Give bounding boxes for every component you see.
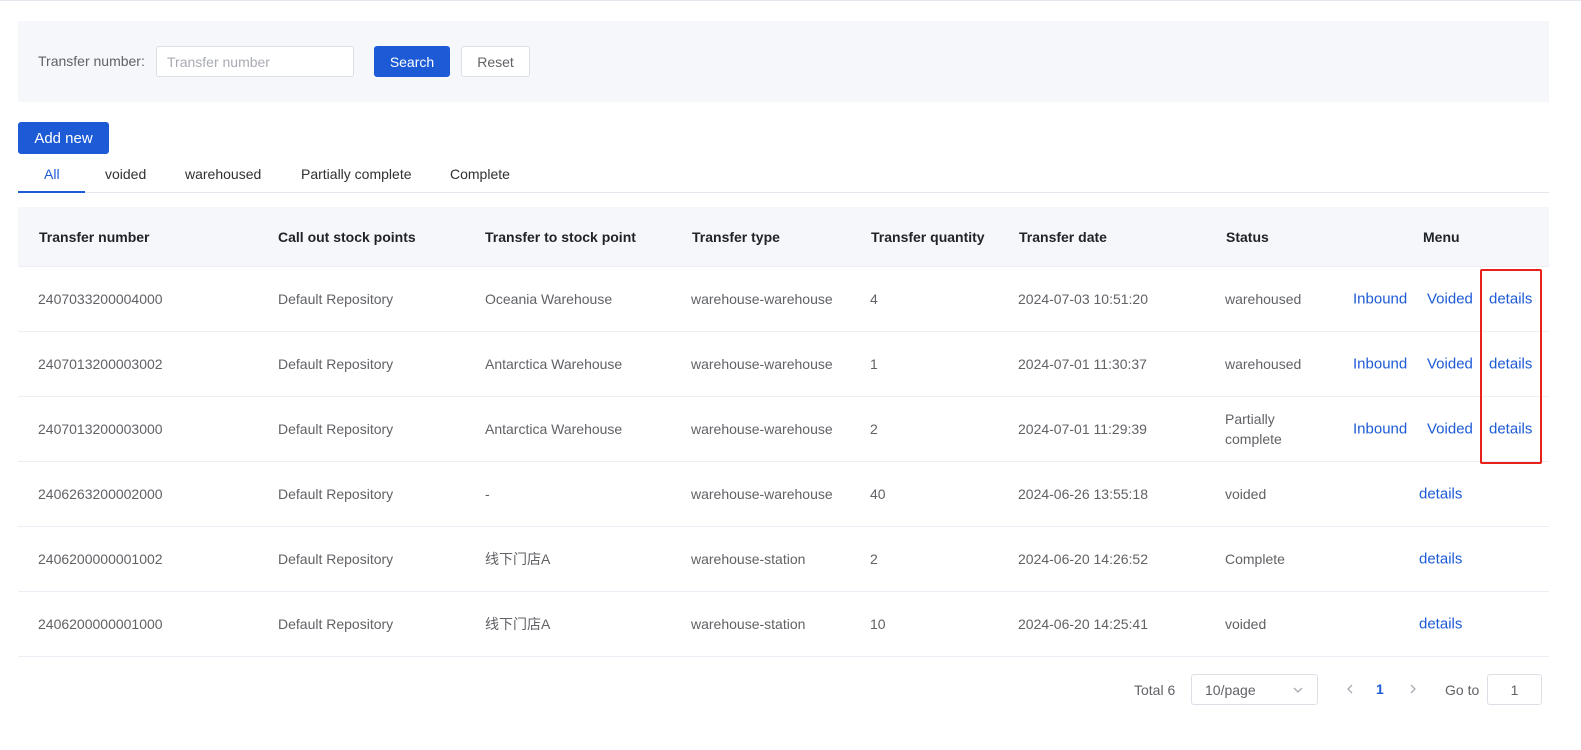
- transfer-type-cell: warehouse-station: [691, 551, 806, 567]
- details-link[interactable]: details: [1489, 356, 1532, 373]
- call-out-stock-point-cell: Default Repository: [278, 616, 394, 632]
- details-link[interactable]: details: [1419, 486, 1462, 503]
- transfer-number-label: Transfer number:: [38, 53, 145, 69]
- page-size-value: 10/page: [1205, 682, 1256, 698]
- tab-complete[interactable]: Complete: [450, 166, 510, 182]
- transfer-date-cell: 2024-07-01 11:29:39: [1018, 421, 1147, 437]
- transfer-date-cell: 2024-06-26 13:55:18: [1018, 486, 1148, 502]
- table-header: Transfer number Call out stock points Tr…: [18, 207, 1549, 267]
- search-button[interactable]: Search: [374, 46, 450, 77]
- page-number-current[interactable]: 1: [1376, 681, 1384, 697]
- voided-link[interactable]: Voided: [1427, 291, 1473, 308]
- transfer-type-cell: warehouse-warehouse: [691, 356, 833, 372]
- transfer-to-stock-point-cell: -: [485, 486, 490, 502]
- transfer-date-cell: 2024-07-01 11:30:37: [1018, 356, 1147, 372]
- transfer-quantity-cell: 40: [870, 486, 886, 502]
- chevron-left-icon[interactable]: [1343, 680, 1357, 698]
- column-header-transfer-number[interactable]: Transfer number: [39, 229, 149, 245]
- details-link[interactable]: details: [1489, 421, 1532, 438]
- voided-link[interactable]: Voided: [1427, 421, 1473, 438]
- voided-link[interactable]: Voided: [1427, 356, 1473, 373]
- transfer-type-cell: warehouse-warehouse: [691, 421, 833, 437]
- transfer-to-stock-point-cell: 线下门店A: [485, 616, 551, 632]
- page-size-select[interactable]: 10/page: [1191, 674, 1318, 705]
- column-header-menu: Menu: [1423, 229, 1460, 245]
- transfer-date-cell: 2024-06-20 14:25:41: [1018, 616, 1148, 632]
- transfer-to-stock-point-cell: Antarctica Warehouse: [485, 356, 623, 372]
- transfer-number-cell: 2407013200003000: [38, 421, 163, 437]
- transfer-to-stock-point-cell: 线下门店A: [485, 551, 551, 567]
- call-out-stock-point-cell: Default Repository: [278, 356, 394, 372]
- reset-button[interactable]: Reset: [461, 46, 530, 77]
- table-row: 2407013200003002 Default Repository Anta…: [18, 332, 1549, 397]
- status-cell: warehoused: [1225, 291, 1302, 307]
- goto-page-input[interactable]: [1487, 674, 1542, 705]
- call-out-stock-point-cell: Default Repository: [278, 486, 394, 502]
- goto-label: Go to: [1445, 682, 1480, 698]
- transfer-quantity-cell: 1: [870, 356, 878, 372]
- add-new-button[interactable]: Add new: [18, 122, 109, 154]
- transfer-table: Transfer number Call out stock points Tr…: [18, 207, 1549, 657]
- table-row: 2407033200004000 Default Repository Ocea…: [18, 267, 1549, 332]
- top-divider: [0, 0, 1581, 1]
- column-header-transfer-to-stock-point[interactable]: Transfer to stock point: [485, 229, 636, 245]
- table-row: 2406200000001000 Default Repository 线下门店…: [18, 592, 1549, 657]
- transfer-quantity-cell: 2: [870, 421, 878, 437]
- inbound-link[interactable]: Inbound: [1353, 356, 1407, 373]
- details-link[interactable]: details: [1419, 616, 1462, 633]
- tab-voided[interactable]: voided: [105, 166, 146, 182]
- table-row: 2406263200002000 Default Repository - wa…: [18, 462, 1549, 527]
- column-header-transfer-date[interactable]: Transfer date: [1019, 229, 1107, 245]
- status-cell: Complete: [1225, 551, 1285, 567]
- call-out-stock-point-cell: Default Repository: [278, 551, 394, 567]
- transfer-type-cell: warehouse-warehouse: [691, 486, 833, 502]
- inbound-link[interactable]: Inbound: [1353, 421, 1407, 438]
- transfer-number-cell: 2407013200003002: [38, 356, 163, 372]
- details-link[interactable]: details: [1489, 291, 1532, 308]
- transfer-number-cell: 2406263200002000: [38, 486, 163, 502]
- pagination-total: Total 6: [1134, 682, 1176, 698]
- transfer-number-cell: 2406200000001002: [38, 551, 163, 567]
- column-header-status[interactable]: Status: [1226, 229, 1269, 245]
- status-cell: voided: [1225, 616, 1267, 632]
- status-cell: warehoused: [1225, 356, 1302, 372]
- active-tab-indicator: [18, 191, 85, 193]
- chevron-down-icon: [1293, 687, 1303, 693]
- column-header-transfer-quantity[interactable]: Transfer quantity: [871, 229, 985, 245]
- inbound-link[interactable]: Inbound: [1353, 291, 1407, 308]
- transfer-type-cell: warehouse-warehouse: [691, 291, 833, 307]
- table-row: 2406200000001002 Default Repository 线下门店…: [18, 527, 1549, 592]
- call-out-stock-point-cell: Default Repository: [278, 421, 394, 437]
- transfer-date-cell: 2024-07-03 10:51:20: [1018, 291, 1148, 307]
- call-out-stock-point-cell: Default Repository: [278, 291, 394, 307]
- chevron-right-icon[interactable]: [1406, 680, 1420, 698]
- details-link[interactable]: details: [1419, 551, 1462, 568]
- search-panel: Transfer number: Search Reset: [18, 21, 1549, 102]
- transfer-date-cell: 2024-06-20 14:26:52: [1018, 551, 1148, 567]
- transfer-to-stock-point-cell: Oceania Warehouse: [485, 291, 613, 307]
- transfer-number-input[interactable]: [156, 46, 354, 77]
- tab-all[interactable]: All: [44, 166, 60, 182]
- transfer-quantity-cell: 2: [870, 551, 878, 567]
- transfer-number-cell: 2407033200004000: [38, 291, 163, 307]
- tab-partially-complete[interactable]: Partially complete: [301, 166, 412, 182]
- transfer-quantity-cell: 10: [870, 616, 886, 632]
- table-row: 2407013200003000 Default Repository Anta…: [18, 397, 1549, 462]
- column-header-call-out-stock-points[interactable]: Call out stock points: [278, 229, 416, 245]
- status-tabs: All voided warehoused Partially complete…: [18, 160, 1549, 193]
- status-cell: voided: [1225, 486, 1267, 502]
- column-header-transfer-type[interactable]: Transfer type: [692, 229, 780, 245]
- transfer-type-cell: warehouse-station: [691, 616, 806, 632]
- tab-warehoused[interactable]: warehoused: [185, 166, 261, 182]
- status-cell: Partially complete: [1225, 411, 1282, 447]
- transfer-quantity-cell: 4: [870, 291, 878, 307]
- transfer-number-cell: 2406200000001000: [38, 616, 163, 632]
- transfer-to-stock-point-cell: Antarctica Warehouse: [485, 421, 623, 437]
